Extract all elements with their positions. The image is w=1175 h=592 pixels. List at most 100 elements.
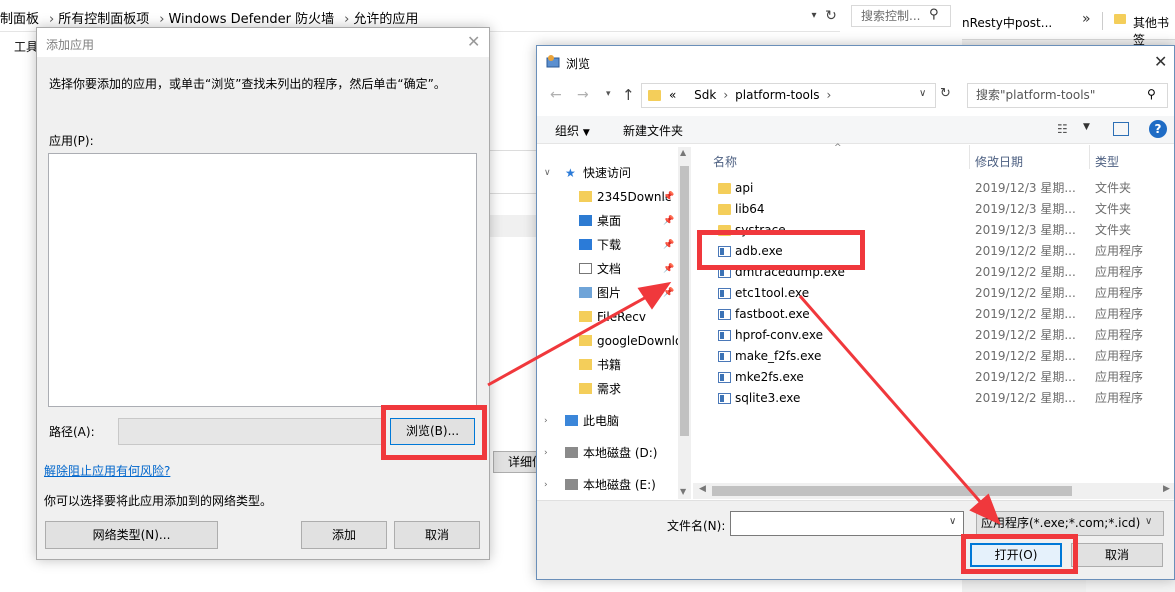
refresh-icon[interactable]: ↻ bbox=[940, 86, 951, 101]
path-input[interactable] bbox=[118, 418, 382, 445]
chevron-right-icon[interactable]: › bbox=[544, 410, 548, 432]
instruction-text: 选择你要添加的应用，或单击“浏览”查找未列出的程序，然后单击“确定”。 bbox=[49, 77, 446, 91]
nav-item[interactable]: 桌面 📌 bbox=[537, 210, 678, 232]
nav-item[interactable]: 图片 📌 bbox=[537, 282, 678, 304]
chevron-down-icon[interactable]: ∨ bbox=[1145, 516, 1152, 527]
download-icon bbox=[579, 239, 592, 250]
horizontal-scrollbar-thumb[interactable] bbox=[712, 486, 1072, 496]
apps-list[interactable] bbox=[48, 153, 477, 407]
view-options-icon[interactable]: ☷ bbox=[1057, 122, 1068, 136]
breadcrumb[interactable]: « Sdk › platform-tools › bbox=[669, 88, 838, 102]
picture-icon bbox=[579, 287, 592, 298]
file-type: 应用程序 bbox=[1095, 328, 1144, 342]
file-type-filter[interactable]: 应用程序(*.exe;*.com;*.icd) bbox=[976, 511, 1164, 536]
file-row[interactable]: mke2fs.exe 2019/12/2 星期... 应用程序 bbox=[713, 367, 1173, 388]
chevron-right-icon[interactable]: › bbox=[544, 442, 548, 464]
exe-file-icon bbox=[718, 330, 731, 341]
column-divider[interactable] bbox=[1089, 145, 1090, 169]
scroll-left-icon[interactable]: ◀ bbox=[699, 484, 706, 494]
nav-scrollbar-thumb[interactable] bbox=[680, 166, 689, 436]
close-icon[interactable]: ✕ bbox=[1154, 52, 1167, 71]
nav-item[interactable]: 书籍 bbox=[537, 354, 678, 376]
breadcrumb-item[interactable]: 所有控制面板项 bbox=[58, 12, 149, 27]
annotation-box-browse bbox=[381, 405, 487, 460]
file-name: sqlite3.exe bbox=[735, 391, 801, 405]
preview-pane-icon[interactable] bbox=[1113, 122, 1129, 136]
search-icon[interactable]: ⚲ bbox=[1147, 87, 1156, 101]
column-divider[interactable] bbox=[969, 145, 970, 169]
search-icon[interactable]: ⚲ bbox=[929, 7, 939, 22]
chevron-down-icon[interactable]: ∨ bbox=[949, 516, 956, 527]
file-date: 2019/12/2 星期... bbox=[975, 307, 1076, 321]
nav-item[interactable]: 2345Downlc 📌 bbox=[537, 186, 678, 208]
cancel-button[interactable]: 取消 bbox=[394, 521, 480, 549]
column-header-date[interactable]: 修改日期 bbox=[975, 153, 1023, 170]
breadcrumb-item[interactable]: Windows Defender 防火墙 bbox=[168, 12, 334, 27]
breadcrumb-overflow[interactable]: « bbox=[669, 88, 676, 102]
nav-item[interactable]: googleDownlo bbox=[537, 330, 678, 352]
exe-file-icon bbox=[718, 393, 731, 404]
nav-item[interactable]: 下载 📌 bbox=[537, 234, 678, 256]
file-row[interactable]: hprof-conv.exe 2019/12/2 星期... 应用程序 bbox=[713, 325, 1173, 346]
browser-tab[interactable]: nResty中post... bbox=[962, 14, 1052, 31]
desktop-icon bbox=[579, 215, 592, 226]
nav-item[interactable]: FileRecv bbox=[537, 306, 678, 328]
drive-icon bbox=[565, 479, 578, 490]
organize-menu[interactable]: 组织 ▼ bbox=[555, 122, 590, 139]
chevron-right-icon[interactable]: › bbox=[544, 474, 548, 496]
risk-link[interactable]: 解除阻止应用有何风险? bbox=[44, 462, 170, 479]
breadcrumb[interactable]: 制面板 › 所有控制面板项 › Windows Defender 防火墙 › 允许的应用 bbox=[0, 8, 422, 27]
nav-item-label: 下载 bbox=[597, 238, 622, 252]
new-folder-button[interactable]: 新建文件夹 bbox=[623, 122, 683, 139]
breadcrumb-item[interactable]: Sdk bbox=[694, 88, 716, 102]
recent-locations-icon[interactable]: ▾ bbox=[606, 89, 611, 99]
column-header-type[interactable]: 类型 bbox=[1095, 153, 1119, 170]
add-button[interactable]: 添加 bbox=[301, 521, 387, 549]
bookmark-folder[interactable]: 其他书签 bbox=[1133, 14, 1175, 48]
chevron-down-icon[interactable]: ∨ bbox=[919, 88, 926, 99]
filename-input[interactable] bbox=[730, 511, 964, 536]
cancel-button[interactable]: 取消 bbox=[1071, 543, 1163, 567]
help-icon[interactable]: ? bbox=[1149, 120, 1167, 138]
file-row[interactable]: lib64 2019/12/3 星期... 文件夹 bbox=[713, 199, 1173, 220]
column-header-name[interactable]: 名称 bbox=[713, 153, 737, 170]
exe-file-icon bbox=[718, 309, 731, 320]
organize-label: 组织 bbox=[555, 124, 580, 138]
nav-item[interactable]: › 此电脑 bbox=[537, 410, 678, 432]
file-row[interactable]: api 2019/12/3 星期... 文件夹 bbox=[713, 178, 1173, 199]
browse-dialog: 浏览 ✕ ← → ▾ ↑ « Sdk › platform-tools › ∨ ↻ 搜… bbox=[536, 45, 1175, 580]
scroll-up-icon[interactable]: ▲ bbox=[680, 148, 686, 157]
file-row[interactable]: etc1tool.exe 2019/12/2 星期... 应用程序 bbox=[713, 283, 1173, 304]
file-date: 2019/12/2 星期... bbox=[975, 391, 1076, 405]
folder-icon bbox=[718, 183, 731, 194]
file-type: 文件夹 bbox=[1095, 181, 1132, 195]
breadcrumb-item[interactable]: platform-tools bbox=[735, 88, 819, 102]
nav-item[interactable]: 文档 📌 bbox=[537, 258, 678, 280]
up-arrow-icon[interactable]: ↑ bbox=[622, 86, 635, 104]
chevron-down-icon[interactable]: ▼ bbox=[1083, 122, 1090, 132]
back-arrow-icon[interactable]: ← bbox=[550, 87, 562, 103]
breadcrumb-item[interactable]: 允许的应用 bbox=[353, 12, 418, 27]
nav-item[interactable]: ∨ ★ 快速访问 bbox=[537, 162, 678, 184]
search-input[interactable]: 搜索"platform-tools" bbox=[967, 83, 1168, 108]
address-dropdown-icon[interactable]: ▾ bbox=[806, 6, 822, 26]
file-row[interactable]: make_f2fs.exe 2019/12/2 星期... 应用程序 bbox=[713, 346, 1173, 367]
chevron-right-icon bbox=[683, 88, 687, 102]
refresh-icon[interactable]: ↻ bbox=[822, 6, 840, 26]
scroll-right-icon[interactable]: ▶ bbox=[1163, 484, 1170, 494]
forward-arrow-icon[interactable]: → bbox=[577, 87, 589, 103]
breadcrumb-item[interactable]: 制面板 bbox=[0, 12, 39, 27]
scroll-down-icon[interactable]: ▼ bbox=[680, 487, 686, 496]
file-row[interactable]: sqlite3.exe 2019/12/2 星期... 应用程序 bbox=[713, 388, 1173, 409]
file-row[interactable]: fastboot.exe 2019/12/2 星期... 应用程序 bbox=[713, 304, 1173, 325]
chevron-down-icon[interactable]: ∨ bbox=[544, 162, 551, 184]
network-type-button[interactable]: 网络类型(N)... bbox=[45, 521, 218, 549]
address-bar[interactable]: « Sdk › platform-tools › ∨ bbox=[641, 83, 936, 108]
file-type: 应用程序 bbox=[1095, 391, 1144, 405]
tab-overflow-icon[interactable]: » bbox=[1082, 11, 1091, 27]
nav-item[interactable]: 需求 bbox=[537, 378, 678, 400]
close-icon[interactable]: ✕ bbox=[467, 32, 480, 51]
nav-item[interactable]: › 本地磁盘 (E:) bbox=[537, 474, 678, 496]
menu-tools[interactable]: 工具 bbox=[14, 38, 38, 55]
nav-item[interactable]: › 本地磁盘 (D:) bbox=[537, 442, 678, 464]
